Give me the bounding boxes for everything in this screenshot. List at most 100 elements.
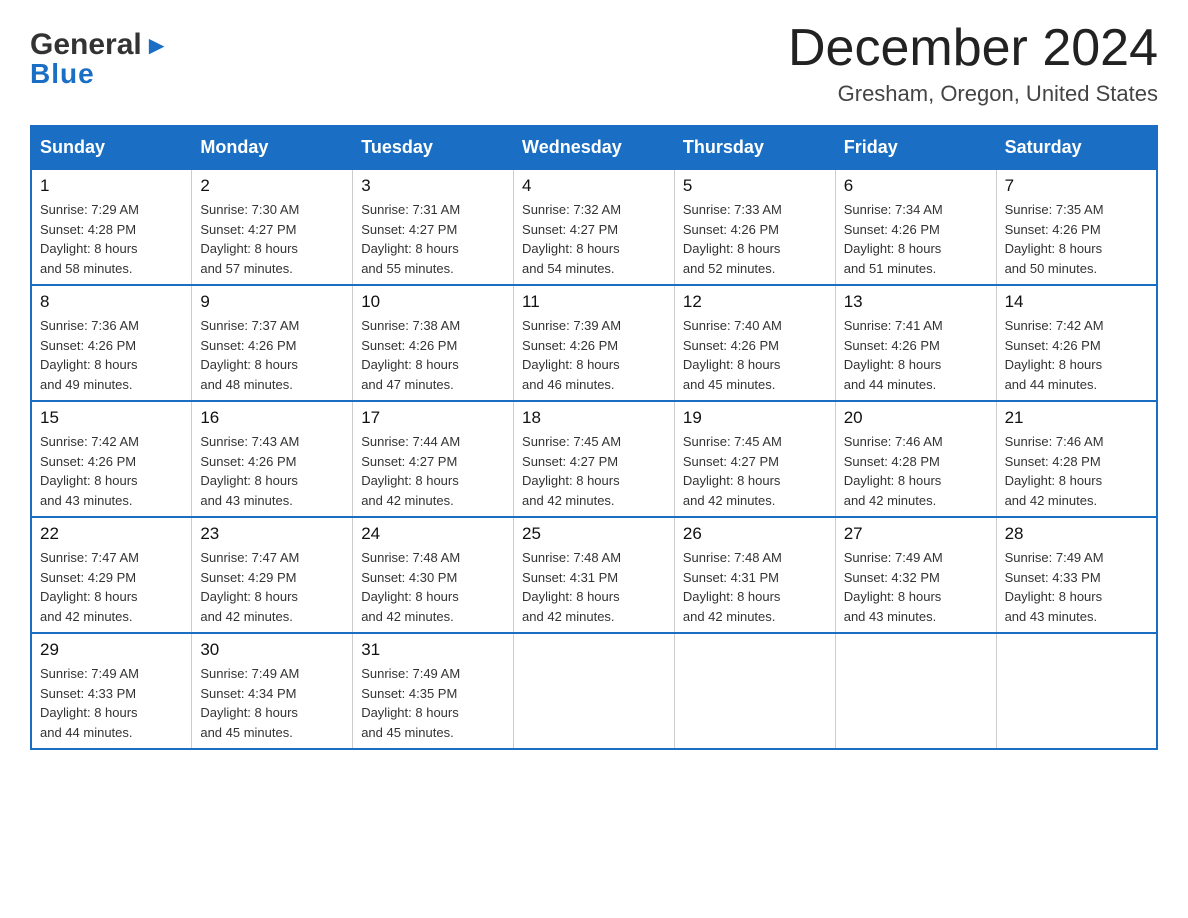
logo-blue-text: Blue <box>30 58 95 90</box>
day-cell: 5 Sunrise: 7:33 AM Sunset: 4:26 PM Dayli… <box>674 169 835 285</box>
day-cell: 11 Sunrise: 7:39 AM Sunset: 4:26 PM Dayl… <box>514 285 675 401</box>
day-info: Sunrise: 7:45 AM Sunset: 4:27 PM Dayligh… <box>522 432 666 510</box>
day-cell: 6 Sunrise: 7:34 AM Sunset: 4:26 PM Dayli… <box>835 169 996 285</box>
day-number: 23 <box>200 524 344 544</box>
day-cell: 19 Sunrise: 7:45 AM Sunset: 4:27 PM Dayl… <box>674 401 835 517</box>
day-info: Sunrise: 7:35 AM Sunset: 4:26 PM Dayligh… <box>1005 200 1148 278</box>
day-cell: 26 Sunrise: 7:48 AM Sunset: 4:31 PM Dayl… <box>674 517 835 633</box>
day-info: Sunrise: 7:39 AM Sunset: 4:26 PM Dayligh… <box>522 316 666 394</box>
weekday-header-thursday: Thursday <box>674 126 835 169</box>
day-info: Sunrise: 7:49 AM Sunset: 4:33 PM Dayligh… <box>40 664 183 742</box>
day-info: Sunrise: 7:32 AM Sunset: 4:27 PM Dayligh… <box>522 200 666 278</box>
weekday-header-sunday: Sunday <box>31 126 192 169</box>
day-cell: 2 Sunrise: 7:30 AM Sunset: 4:27 PM Dayli… <box>192 169 353 285</box>
day-info: Sunrise: 7:33 AM Sunset: 4:26 PM Dayligh… <box>683 200 827 278</box>
day-number: 15 <box>40 408 183 428</box>
day-number: 13 <box>844 292 988 312</box>
day-cell: 18 Sunrise: 7:45 AM Sunset: 4:27 PM Dayl… <box>514 401 675 517</box>
day-number: 19 <box>683 408 827 428</box>
day-cell: 17 Sunrise: 7:44 AM Sunset: 4:27 PM Dayl… <box>353 401 514 517</box>
day-info: Sunrise: 7:49 AM Sunset: 4:35 PM Dayligh… <box>361 664 505 742</box>
day-number: 16 <box>200 408 344 428</box>
day-cell: 7 Sunrise: 7:35 AM Sunset: 4:26 PM Dayli… <box>996 169 1157 285</box>
day-info: Sunrise: 7:42 AM Sunset: 4:26 PM Dayligh… <box>1005 316 1148 394</box>
day-cell <box>514 633 675 749</box>
weekday-header-monday: Monday <box>192 126 353 169</box>
day-info: Sunrise: 7:47 AM Sunset: 4:29 PM Dayligh… <box>40 548 183 626</box>
week-row-5: 29 Sunrise: 7:49 AM Sunset: 4:33 PM Dayl… <box>31 633 1157 749</box>
logo-general-text: General <box>30 28 142 62</box>
day-number: 28 <box>1005 524 1148 544</box>
day-info: Sunrise: 7:48 AM Sunset: 4:31 PM Dayligh… <box>683 548 827 626</box>
day-info: Sunrise: 7:48 AM Sunset: 4:30 PM Dayligh… <box>361 548 505 626</box>
day-number: 4 <box>522 176 666 196</box>
day-cell: 24 Sunrise: 7:48 AM Sunset: 4:30 PM Dayl… <box>353 517 514 633</box>
day-cell: 10 Sunrise: 7:38 AM Sunset: 4:26 PM Dayl… <box>353 285 514 401</box>
location-title: Gresham, Oregon, United States <box>788 81 1158 107</box>
weekday-header-wednesday: Wednesday <box>514 126 675 169</box>
day-info: Sunrise: 7:38 AM Sunset: 4:26 PM Dayligh… <box>361 316 505 394</box>
day-number: 25 <box>522 524 666 544</box>
month-title: December 2024 <box>788 20 1158 77</box>
logo-general-row: General► <box>30 28 169 62</box>
day-number: 2 <box>200 176 344 196</box>
day-number: 31 <box>361 640 505 660</box>
week-row-1: 1 Sunrise: 7:29 AM Sunset: 4:28 PM Dayli… <box>31 169 1157 285</box>
day-info: Sunrise: 7:31 AM Sunset: 4:27 PM Dayligh… <box>361 200 505 278</box>
day-number: 5 <box>683 176 827 196</box>
day-info: Sunrise: 7:40 AM Sunset: 4:26 PM Dayligh… <box>683 316 827 394</box>
day-number: 24 <box>361 524 505 544</box>
day-cell: 13 Sunrise: 7:41 AM Sunset: 4:26 PM Dayl… <box>835 285 996 401</box>
day-cell: 25 Sunrise: 7:48 AM Sunset: 4:31 PM Dayl… <box>514 517 675 633</box>
day-info: Sunrise: 7:37 AM Sunset: 4:26 PM Dayligh… <box>200 316 344 394</box>
day-info: Sunrise: 7:49 AM Sunset: 4:32 PM Dayligh… <box>844 548 988 626</box>
day-cell: 1 Sunrise: 7:29 AM Sunset: 4:28 PM Dayli… <box>31 169 192 285</box>
day-cell <box>674 633 835 749</box>
day-cell: 9 Sunrise: 7:37 AM Sunset: 4:26 PM Dayli… <box>192 285 353 401</box>
day-number: 1 <box>40 176 183 196</box>
day-cell: 15 Sunrise: 7:42 AM Sunset: 4:26 PM Dayl… <box>31 401 192 517</box>
day-number: 10 <box>361 292 505 312</box>
day-info: Sunrise: 7:42 AM Sunset: 4:26 PM Dayligh… <box>40 432 183 510</box>
day-info: Sunrise: 7:49 AM Sunset: 4:33 PM Dayligh… <box>1005 548 1148 626</box>
day-cell <box>835 633 996 749</box>
day-cell: 30 Sunrise: 7:49 AM Sunset: 4:34 PM Dayl… <box>192 633 353 749</box>
logo-arrow-icon: ► <box>144 30 170 61</box>
day-number: 17 <box>361 408 505 428</box>
day-number: 14 <box>1005 292 1148 312</box>
day-number: 8 <box>40 292 183 312</box>
day-info: Sunrise: 7:30 AM Sunset: 4:27 PM Dayligh… <box>200 200 344 278</box>
day-number: 26 <box>683 524 827 544</box>
week-row-2: 8 Sunrise: 7:36 AM Sunset: 4:26 PM Dayli… <box>31 285 1157 401</box>
day-cell: 31 Sunrise: 7:49 AM Sunset: 4:35 PM Dayl… <box>353 633 514 749</box>
day-cell: 29 Sunrise: 7:49 AM Sunset: 4:33 PM Dayl… <box>31 633 192 749</box>
day-number: 11 <box>522 292 666 312</box>
day-info: Sunrise: 7:46 AM Sunset: 4:28 PM Dayligh… <box>844 432 988 510</box>
title-area: December 2024 Gresham, Oregon, United St… <box>788 20 1158 107</box>
day-info: Sunrise: 7:48 AM Sunset: 4:31 PM Dayligh… <box>522 548 666 626</box>
week-row-4: 22 Sunrise: 7:47 AM Sunset: 4:29 PM Dayl… <box>31 517 1157 633</box>
weekday-header-row: SundayMondayTuesdayWednesdayThursdayFrid… <box>31 126 1157 169</box>
day-info: Sunrise: 7:34 AM Sunset: 4:26 PM Dayligh… <box>844 200 988 278</box>
day-number: 27 <box>844 524 988 544</box>
day-number: 9 <box>200 292 344 312</box>
day-info: Sunrise: 7:43 AM Sunset: 4:26 PM Dayligh… <box>200 432 344 510</box>
day-cell: 20 Sunrise: 7:46 AM Sunset: 4:28 PM Dayl… <box>835 401 996 517</box>
day-number: 6 <box>844 176 988 196</box>
day-cell: 8 Sunrise: 7:36 AM Sunset: 4:26 PM Dayli… <box>31 285 192 401</box>
day-cell: 14 Sunrise: 7:42 AM Sunset: 4:26 PM Dayl… <box>996 285 1157 401</box>
day-cell: 16 Sunrise: 7:43 AM Sunset: 4:26 PM Dayl… <box>192 401 353 517</box>
day-number: 22 <box>40 524 183 544</box>
day-info: Sunrise: 7:49 AM Sunset: 4:34 PM Dayligh… <box>200 664 344 742</box>
day-info: Sunrise: 7:47 AM Sunset: 4:29 PM Dayligh… <box>200 548 344 626</box>
day-number: 21 <box>1005 408 1148 428</box>
weekday-header-friday: Friday <box>835 126 996 169</box>
day-info: Sunrise: 7:46 AM Sunset: 4:28 PM Dayligh… <box>1005 432 1148 510</box>
day-cell <box>996 633 1157 749</box>
day-number: 12 <box>683 292 827 312</box>
day-cell: 27 Sunrise: 7:49 AM Sunset: 4:32 PM Dayl… <box>835 517 996 633</box>
calendar-table: SundayMondayTuesdayWednesdayThursdayFrid… <box>30 125 1158 750</box>
weekday-header-saturday: Saturday <box>996 126 1157 169</box>
day-cell: 12 Sunrise: 7:40 AM Sunset: 4:26 PM Dayl… <box>674 285 835 401</box>
day-number: 29 <box>40 640 183 660</box>
